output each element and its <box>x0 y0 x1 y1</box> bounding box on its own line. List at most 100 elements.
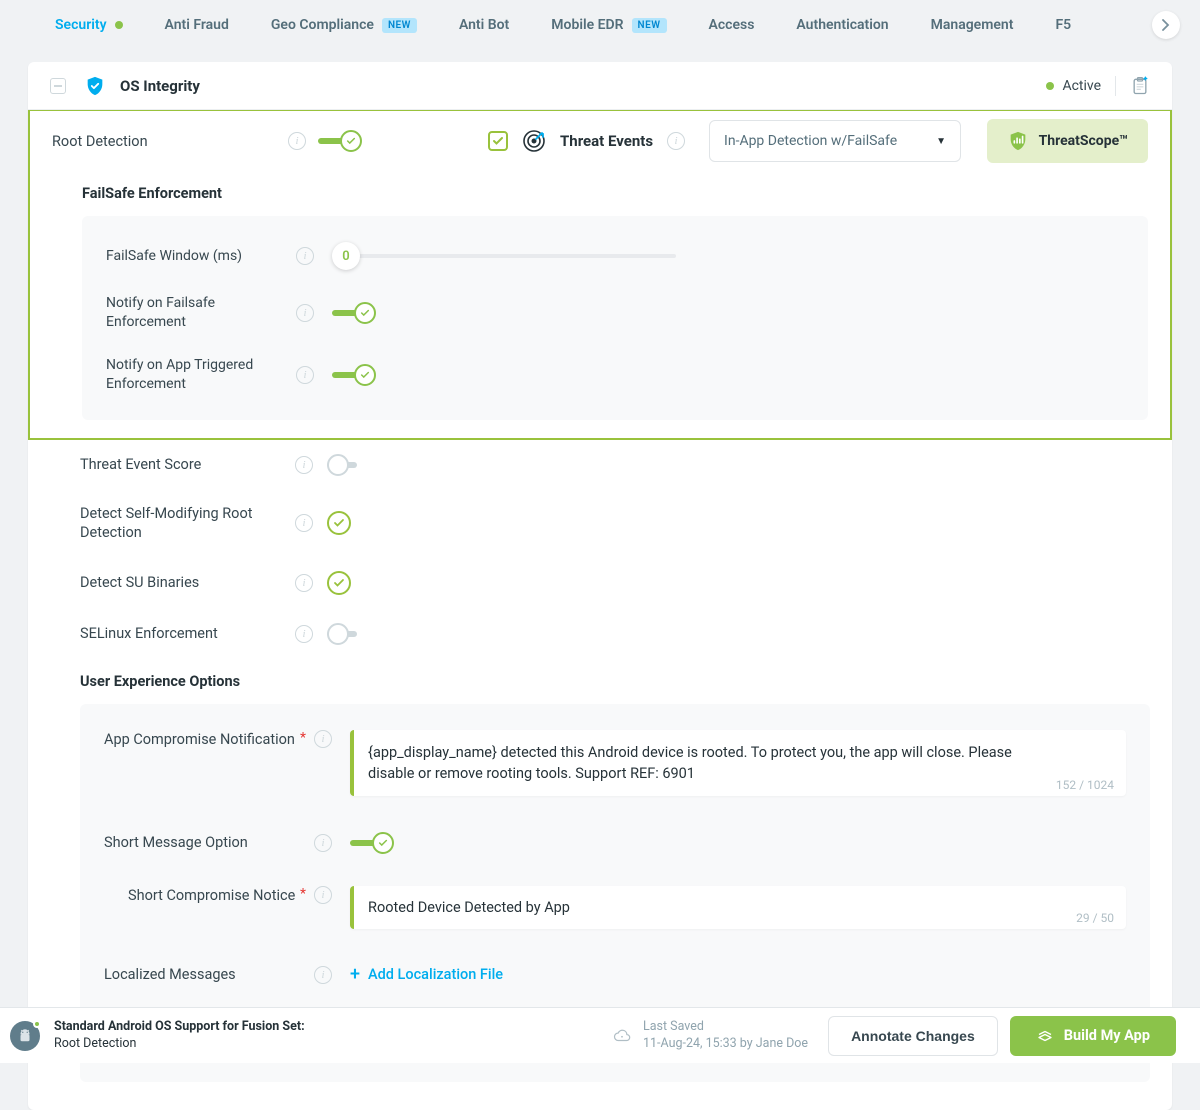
status-label: Active <box>1062 78 1101 94</box>
check-icon <box>378 838 388 848</box>
threat-score-toggle[interactable] <box>327 454 373 476</box>
tab-authentication[interactable]: Authentication <box>796 17 888 33</box>
threat-score-row: Threat Event Score i <box>28 440 1172 490</box>
collapse-button[interactable] <box>50 78 66 94</box>
chevron-right-icon <box>1162 19 1170 31</box>
selinux-row: SELinux Enforcement i <box>28 609 1172 659</box>
failsafe-window-row: FailSafe Window (ms) i 0 <box>82 230 1148 282</box>
tab-access[interactable]: Access <box>709 17 755 33</box>
failsafe-heading: FailSafe Enforcement <box>30 171 1170 216</box>
failsafe-window-slider[interactable]: 0 <box>332 242 360 270</box>
localized-messages-label: Localized Messages <box>104 965 300 985</box>
required-icon: * <box>300 886 306 902</box>
detect-self-mod-label: Detect Self-Modifying Root Detection <box>80 504 295 543</box>
short-notice-row: Short Compromise Notice * i 29 / 50 <box>80 870 1150 949</box>
tab-geo-compliance[interactable]: Geo Compliance NEW <box>271 17 417 33</box>
target-icon <box>522 129 546 153</box>
tab-anti-fraud[interactable]: Anti Fraud <box>165 17 229 33</box>
info-icon[interactable]: i <box>295 456 313 474</box>
short-notice-input[interactable] <box>350 886 1126 929</box>
info-icon[interactable]: i <box>314 834 332 852</box>
selinux-label: SELinux Enforcement <box>80 624 295 644</box>
notify-failsafe-toggle[interactable] <box>332 302 378 324</box>
info-icon[interactable]: i <box>314 730 332 748</box>
annotate-changes-button[interactable]: Annotate Changes <box>828 1016 998 1056</box>
check-icon <box>360 308 370 318</box>
build-label: Build My App <box>1064 1027 1150 1044</box>
notify-failsafe-label: Notify on Failsafe Enforcement <box>106 294 296 332</box>
info-icon[interactable]: i <box>314 966 332 984</box>
short-message-toggle[interactable] <box>350 832 396 854</box>
check-icon <box>492 135 504 147</box>
shield-icon <box>84 75 106 97</box>
add-localization-button[interactable]: + Add Localization File <box>350 966 503 984</box>
nav-scroll-right-button[interactable] <box>1152 11 1180 39</box>
platform-avatar <box>10 1021 40 1051</box>
char-count: 29 / 50 <box>1076 911 1114 925</box>
caret-down-icon: ▼ <box>936 136 946 147</box>
char-count: 152 / 1024 <box>1056 778 1114 792</box>
tab-security[interactable]: Security <box>55 17 123 33</box>
selinux-toggle[interactable] <box>327 623 373 645</box>
new-badge: NEW <box>632 18 667 33</box>
notify-app-label: Notify on App Triggered Enforcement <box>106 356 296 394</box>
info-icon[interactable]: i <box>314 886 332 904</box>
info-icon[interactable]: i <box>296 247 314 265</box>
last-saved-label: Last Saved <box>643 1019 808 1035</box>
status-dot-icon <box>1046 82 1054 90</box>
tab-mobile-edr[interactable]: Mobile EDR NEW <box>551 17 666 33</box>
detect-self-mod-checkbox[interactable] <box>327 511 351 535</box>
page-title: OS Integrity <box>120 77 200 95</box>
footer-title: Standard Android OS Support for Fusion S… <box>54 1019 305 1036</box>
short-message-label: Short Message Option <box>104 833 300 853</box>
detect-su-checkbox[interactable] <box>327 571 351 595</box>
tab-management[interactable]: Management <box>931 17 1014 33</box>
status-dot-icon <box>33 1020 41 1028</box>
failsafe-window-label: FailSafe Window (ms) <box>106 247 296 266</box>
tab-f5[interactable]: F5 <box>1055 17 1071 33</box>
notify-app-toggle[interactable] <box>332 364 378 386</box>
localized-messages-row: Localized Messages i + Add Localization … <box>80 949 1150 1001</box>
info-icon[interactable]: i <box>296 366 314 384</box>
plus-icon: + <box>350 966 360 984</box>
notify-failsafe-row: Notify on Failsafe Enforcement i <box>82 282 1148 344</box>
build-my-app-button[interactable]: Build My App <box>1010 1016 1176 1056</box>
info-icon[interactable]: i <box>295 574 313 592</box>
short-notice-label: Short Compromise Notice <box>128 886 300 906</box>
threat-score-label: Threat Event Score <box>80 455 295 475</box>
check-icon <box>333 577 345 589</box>
detection-mode-select[interactable]: In-App Detection w/FailSafe ▼ <box>709 120 961 162</box>
root-detection-row: Root Detection i Threat Events i In-App … <box>30 111 1170 171</box>
slider-track[interactable] <box>356 254 676 258</box>
last-saved-time: 11-Aug-24, 15:33 by Jane Doe <box>643 1036 808 1052</box>
app-compromise-label: App Compromise Notification <box>104 730 300 750</box>
threat-events-label: Threat Events <box>560 132 653 150</box>
info-icon[interactable]: i <box>296 304 314 322</box>
ux-heading: User Experience Options <box>28 659 1172 704</box>
check-icon <box>360 370 370 380</box>
threatscope-button[interactable]: ThreatScope™ <box>987 119 1148 163</box>
app-compromise-row: App Compromise Notification * i 152 / 10… <box>80 714 1150 816</box>
card-header: OS Integrity Active <box>28 62 1172 110</box>
root-detection-toggle[interactable] <box>318 130 364 152</box>
detect-self-mod-row: Detect Self-Modifying Root Detection i <box>28 490 1172 557</box>
app-compromise-input[interactable] <box>350 730 1126 796</box>
android-icon <box>16 1027 34 1045</box>
select-value: In-App Detection w/FailSafe <box>724 133 897 149</box>
threat-events-checkbox[interactable] <box>488 131 508 151</box>
required-icon: * <box>300 730 306 746</box>
info-icon[interactable]: i <box>667 132 685 150</box>
clipboard-add-icon[interactable] <box>1130 76 1150 96</box>
cloud-saved-icon <box>613 1027 631 1045</box>
footer-bar: Standard Android OS Support for Fusion S… <box>0 1007 1200 1063</box>
status-badge: Active <box>1046 78 1101 94</box>
highlighted-section: Root Detection i Threat Events i In-App … <box>28 110 1172 440</box>
info-icon[interactable]: i <box>288 132 306 150</box>
info-icon[interactable]: i <box>295 514 313 532</box>
info-icon[interactable]: i <box>295 625 313 643</box>
threatscope-shield-icon <box>1007 130 1029 152</box>
detect-su-label: Detect SU Binaries <box>80 573 295 593</box>
check-icon <box>333 517 345 529</box>
tab-anti-bot[interactable]: Anti Bot <box>459 17 509 33</box>
status-dot-icon <box>115 21 123 29</box>
